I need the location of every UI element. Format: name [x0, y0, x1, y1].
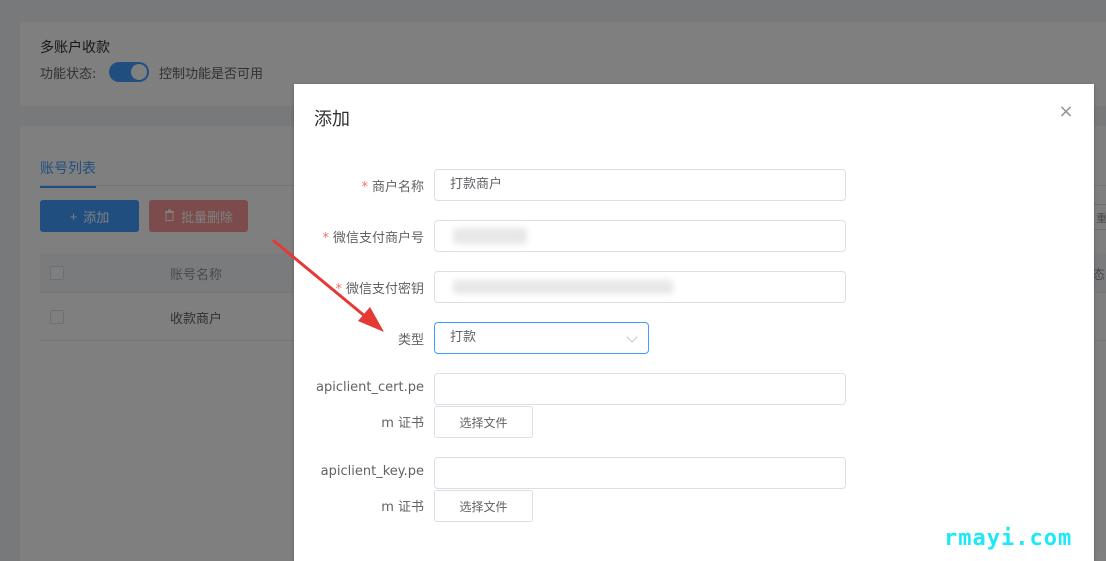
- dialog-title: 添加: [314, 109, 350, 130]
- wechat-key-input[interactable]: [434, 271, 846, 303]
- key-label-line1: apiclient_key.pe: [320, 464, 424, 479]
- add-dialog: 添加 × * 商户名称 打款商户 * 微信支付商户号 * 微信支付密钥 类型 打款 a…: [294, 84, 1094, 561]
- type-label: 类型: [397, 333, 424, 348]
- watermark: rmayi.com: [944, 526, 1073, 551]
- cert-label-line1: apiclient_cert.pe: [315, 380, 424, 395]
- cert-file-input[interactable]: [434, 373, 846, 405]
- wechat-mchid-label: * 微信支付商户号: [322, 231, 424, 246]
- close-icon[interactable]: ×: [1056, 102, 1076, 122]
- redacted-value: [453, 280, 673, 294]
- merchant-name-input[interactable]: 打款商户: [434, 169, 846, 201]
- chevron-down-icon: [626, 331, 638, 343]
- merchant-name-label: * 商户名称: [361, 180, 424, 195]
- type-select-value: 打款: [450, 330, 477, 345]
- wechat-mchid-input[interactable]: [434, 220, 846, 252]
- type-select[interactable]: 打款: [434, 322, 649, 354]
- cert-label-line2: m 证书: [381, 416, 424, 431]
- cert-choose-file-button[interactable]: 选择文件: [434, 406, 533, 438]
- required-mark: *: [335, 282, 342, 297]
- redacted-value: [453, 228, 527, 244]
- key-file-input[interactable]: [434, 457, 846, 489]
- page: 多账户收款 功能状态: 控制功能是否可用 账号列表 + 添加 批量删除 重 账号…: [0, 0, 1106, 561]
- required-mark: *: [361, 180, 368, 195]
- required-mark: *: [322, 231, 329, 246]
- wechat-key-label: * 微信支付密钥: [335, 282, 424, 297]
- key-choose-file-button[interactable]: 选择文件: [434, 490, 533, 522]
- key-label-line2: m 证书: [381, 500, 424, 515]
